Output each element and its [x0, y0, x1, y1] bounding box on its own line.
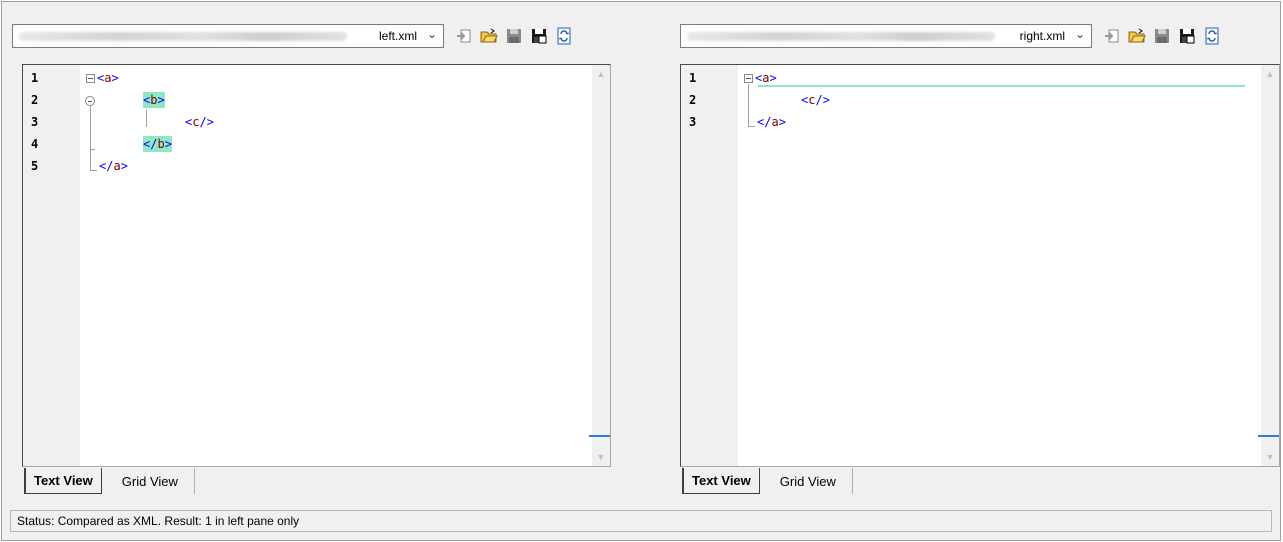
- fold-guide: [748, 126, 755, 127]
- right-view-tabs: Text View Grid View: [682, 468, 853, 494]
- refresh-icon[interactable]: [554, 26, 574, 46]
- line-number: 1: [689, 71, 697, 85]
- tab-text-view[interactable]: Text View: [682, 468, 760, 494]
- save-icon[interactable]: [1152, 26, 1172, 46]
- code-line-diff: </b>: [143, 136, 172, 152]
- chevron-down-icon[interactable]: ⌄: [1075, 27, 1085, 41]
- refresh-icon[interactable]: [1202, 26, 1222, 46]
- save-icon[interactable]: [504, 26, 524, 46]
- right-toolbar: [1102, 26, 1222, 48]
- xml-tag: </b>: [143, 137, 172, 151]
- left-view-tabs: Text View Grid View: [24, 468, 195, 494]
- scroll-down-icon[interactable]: ▼: [1261, 448, 1279, 466]
- xml-tag-name: a: [113, 159, 121, 173]
- code-area[interactable]: <a> <b> <c/> </b> </a>: [80, 65, 592, 466]
- xml-tag-name: b: [157, 137, 165, 151]
- xml-tag-name: a: [762, 71, 770, 85]
- code-area[interactable]: <a> <c/> </a>: [738, 65, 1261, 466]
- fold-guide: [146, 110, 147, 127]
- right-file-combo[interactable]: right.xml ⌄: [680, 24, 1092, 48]
- right-editor[interactable]: 1 2 3 <a> <c/> </a> ▲ ▼: [680, 64, 1280, 467]
- blurred-path: [687, 32, 995, 41]
- line-number-gutter: 1 2 3 4 5: [23, 65, 80, 466]
- left-file-combo[interactable]: left.xml ⌄: [12, 24, 444, 48]
- xml-tag: <c/>: [185, 115, 214, 129]
- code-line: <a>: [97, 70, 119, 86]
- status-text: Status: Compared as XML. Result: 1 in le…: [17, 514, 300, 528]
- line-number: 3: [689, 115, 697, 129]
- diff-scroll-marker: [1258, 435, 1279, 437]
- xml-tag-name: a: [771, 115, 779, 129]
- xml-tag: <a>: [97, 71, 119, 85]
- xml-tag: <c/>: [801, 93, 830, 107]
- vertical-scrollbar[interactable]: ▲ ▼: [1258, 65, 1279, 466]
- tab-grid-view[interactable]: Grid View: [106, 468, 195, 494]
- fold-collapse-icon[interactable]: [85, 96, 95, 106]
- xml-tag: </a>: [99, 159, 128, 173]
- fold-collapse-icon[interactable]: [86, 74, 95, 83]
- scroll-up-icon[interactable]: ▲: [592, 65, 610, 83]
- line-number: 4: [31, 137, 39, 151]
- fold-collapse-icon[interactable]: [744, 74, 753, 83]
- code-line: <a>: [755, 70, 777, 86]
- xml-tag-name: c: [192, 115, 200, 129]
- left-toolbar: [454, 26, 574, 48]
- xml-tag-name: c: [808, 93, 816, 107]
- status-bar: Status: Compared as XML. Result: 1 in le…: [10, 510, 1272, 532]
- save-as-icon[interactable]: [1177, 26, 1197, 46]
- left-file-name: left.xml: [374, 29, 417, 43]
- open-folder-icon[interactable]: [479, 26, 499, 46]
- xml-tag-name: b: [150, 93, 158, 107]
- code-line: <c/>: [185, 114, 214, 130]
- import-icon[interactable]: [454, 26, 474, 46]
- line-number: 1: [31, 71, 39, 85]
- scroll-up-icon[interactable]: ▲: [1261, 65, 1279, 83]
- code-line: </a>: [757, 114, 786, 130]
- code-line: </a>: [99, 158, 128, 174]
- fold-guide: [90, 149, 95, 150]
- right-file-name: right.xml: [1015, 29, 1065, 43]
- line-number-gutter: 1 2 3: [681, 65, 738, 466]
- chevron-down-icon[interactable]: ⌄: [427, 27, 437, 41]
- line-number: 3: [31, 115, 39, 129]
- line-number: 2: [689, 93, 697, 107]
- scroll-down-icon[interactable]: ▼: [592, 448, 610, 466]
- diff-window: left.xml ⌄ 1 2 3 4 5 <a> <b> <c/> </b> <…: [1, 1, 1281, 541]
- xml-tag: </a>: [757, 115, 786, 129]
- blurred-path: [19, 32, 347, 41]
- diff-insertion-marker: [758, 85, 1245, 87]
- left-path-combo[interactable]: left.xml ⌄: [12, 24, 444, 48]
- fold-guide: [748, 84, 749, 127]
- code-line: <c/>: [801, 92, 830, 108]
- fold-guide: [90, 170, 97, 171]
- line-number: 5: [31, 159, 39, 173]
- xml-tag-name: a: [104, 71, 112, 85]
- left-editor[interactable]: 1 2 3 4 5 <a> <b> <c/> </b> </a> ▲ ▼: [22, 64, 611, 467]
- diff-scroll-marker: [589, 435, 610, 437]
- xml-tag: <b>: [143, 93, 165, 107]
- tab-text-view[interactable]: Text View: [24, 468, 102, 494]
- save-as-icon[interactable]: [529, 26, 549, 46]
- vertical-scrollbar[interactable]: ▲ ▼: [589, 65, 610, 466]
- open-folder-icon[interactable]: [1127, 26, 1147, 46]
- xml-tag: <a>: [755, 71, 777, 85]
- right-path-combo[interactable]: right.xml ⌄: [680, 24, 1092, 48]
- tab-grid-view[interactable]: Grid View: [764, 468, 853, 494]
- fold-guide: [90, 106, 91, 171]
- line-number: 2: [31, 93, 39, 107]
- code-line-diff: <b>: [143, 92, 165, 108]
- import-icon[interactable]: [1102, 26, 1122, 46]
